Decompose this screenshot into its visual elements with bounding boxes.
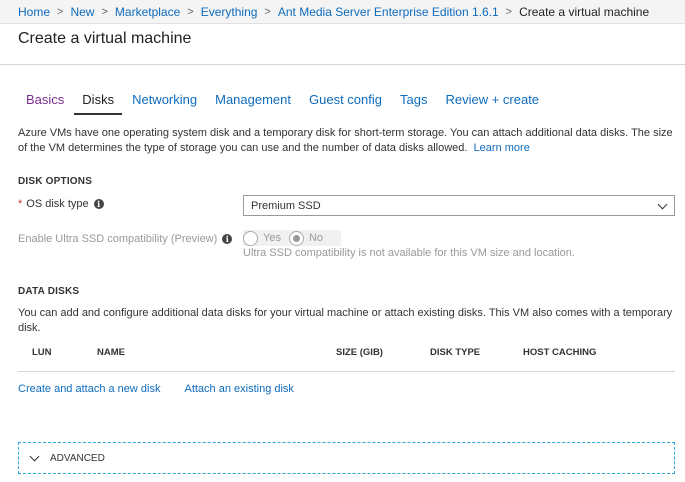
intro-text: Azure VMs have one operating system disk… xyxy=(18,126,678,156)
tab-networking[interactable]: Networking xyxy=(124,90,205,115)
column-host-caching: HOST CACHING xyxy=(523,347,597,358)
os-disk-type-label: * OS disk type i xyxy=(18,198,104,210)
chevron-right-icon: > xyxy=(57,5,64,18)
divider xyxy=(0,64,685,65)
chevron-right-icon: > xyxy=(187,5,194,18)
ultra-ssd-yes-option: Yes xyxy=(243,230,281,246)
chevron-down-icon xyxy=(29,451,40,461)
ultra-ssd-yes-label: Yes xyxy=(263,232,281,244)
ultra-ssd-no-label: No xyxy=(308,232,324,244)
attach-disk-link[interactable]: Attach an existing disk xyxy=(184,383,293,395)
tab-review-create[interactable]: Review + create xyxy=(437,90,547,115)
radio-unchecked-icon xyxy=(243,230,258,246)
os-disk-type-value: Premium SSD xyxy=(251,199,321,212)
info-icon[interactable]: i xyxy=(222,234,233,244)
column-lun: LUN xyxy=(32,347,52,358)
breadcrumb-everything[interactable]: Everything xyxy=(201,5,258,19)
breadcrumb-current: Create a virtual machine xyxy=(519,4,650,19)
ultra-ssd-no-option: No xyxy=(288,230,324,246)
advanced-label: ADVANCED xyxy=(50,452,105,464)
chevron-right-icon: > xyxy=(264,5,271,18)
tab-tags[interactable]: Tags xyxy=(392,90,435,115)
chevron-right-icon: > xyxy=(505,5,513,18)
disk-options-heading: DISK OPTIONS xyxy=(18,176,93,187)
breadcrumb-product[interactable]: Ant Media Server Enterprise Edition 1.6.… xyxy=(278,5,499,19)
breadcrumb-new[interactable]: New xyxy=(70,5,94,19)
info-icon[interactable]: i xyxy=(93,199,104,209)
page-title: Create a virtual machine xyxy=(18,30,192,47)
ultra-ssd-label: Enable Ultra SSD compatibility (Preview)… xyxy=(18,233,233,245)
breadcrumb: Home > New > Marketplace > Everything > … xyxy=(0,0,685,24)
ultra-ssd-radio-group: Yes No xyxy=(243,230,342,246)
learn-more-link[interactable]: Learn more xyxy=(474,142,530,154)
tab-basics[interactable]: Basics xyxy=(18,90,72,115)
data-disk-actions: Create and attach a new disk Attach an e… xyxy=(18,383,318,395)
required-marker: * xyxy=(18,198,23,210)
column-name: NAME xyxy=(97,347,125,358)
column-size: SIZE (GIB) xyxy=(336,347,383,358)
breadcrumb-home[interactable]: Home xyxy=(18,5,50,19)
tab-guest-config[interactable]: Guest config xyxy=(301,90,390,115)
ultra-ssd-text: Enable Ultra SSD compatibility (Preview) xyxy=(18,233,218,245)
tab-management[interactable]: Management xyxy=(207,90,299,115)
ultra-ssd-note: Ultra SSD compatibility is not available… xyxy=(243,247,575,259)
tab-disks[interactable]: Disks xyxy=(74,90,123,115)
intro-body: Azure VMs have one operating system disk… xyxy=(18,127,673,154)
chevron-right-icon: > xyxy=(101,5,108,18)
radio-checked-icon xyxy=(288,230,304,246)
advanced-expander[interactable]: ADVANCED xyxy=(18,442,675,474)
breadcrumb-marketplace[interactable]: Marketplace xyxy=(115,5,180,19)
os-disk-type-select[interactable]: Premium SSD xyxy=(243,195,675,216)
column-disk-type: DISK TYPE xyxy=(430,347,481,358)
chevron-down-icon xyxy=(657,199,668,210)
wizard-tabs: Basics Disks Networking Management Guest… xyxy=(18,90,549,115)
data-disks-heading: DATA DISKS xyxy=(18,286,80,297)
create-disk-link[interactable]: Create and attach a new disk xyxy=(18,383,160,395)
os-disk-type-text: OS disk type xyxy=(26,198,89,210)
data-disks-table-header: LUN NAME SIZE (GIB) DISK TYPE HOST CACHI… xyxy=(18,346,675,372)
data-disks-text: You can add and configure additional dat… xyxy=(18,307,673,334)
